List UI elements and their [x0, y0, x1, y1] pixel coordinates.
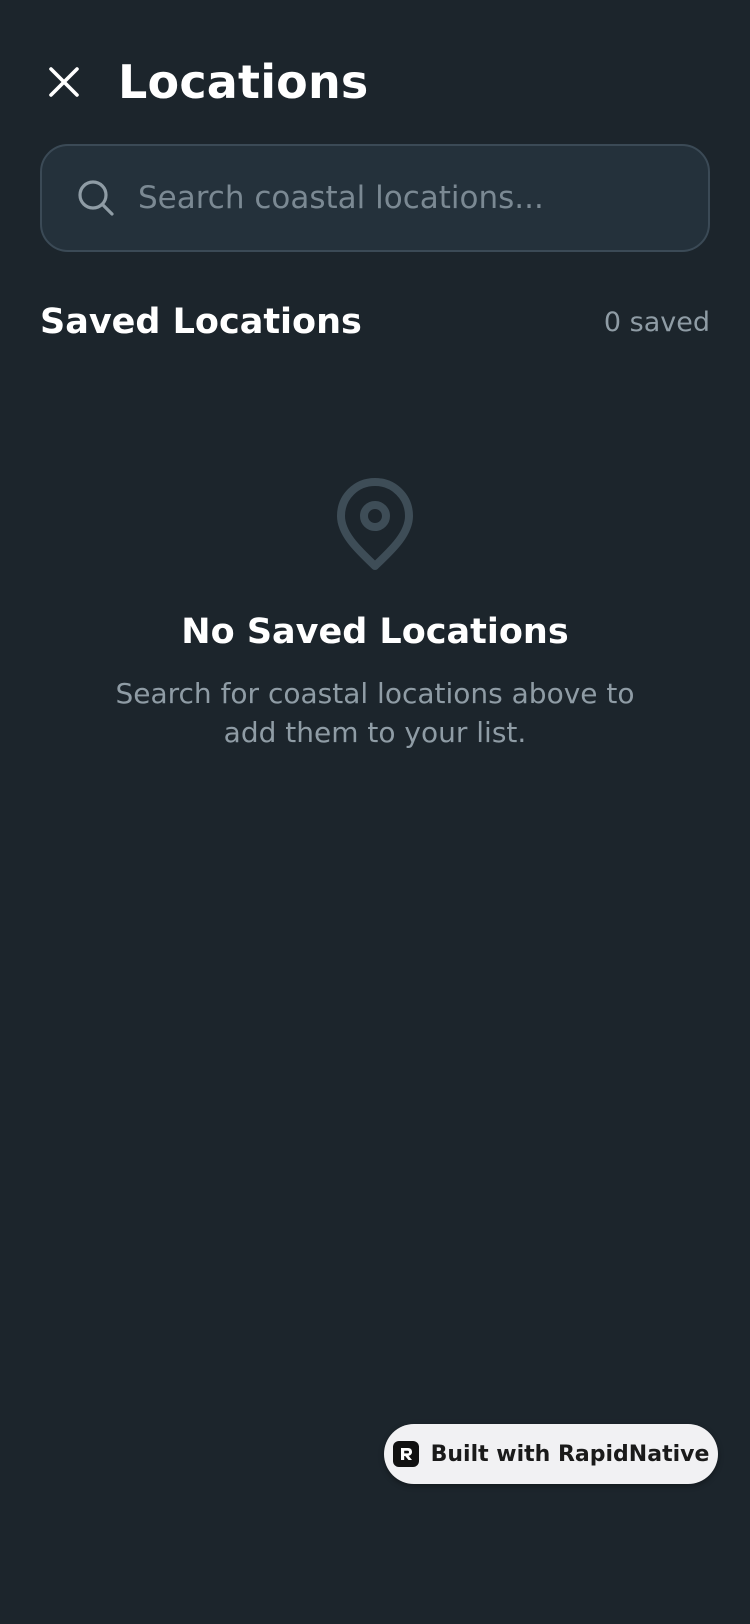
built-with-rapidnative-badge[interactable]: Built with RapidNative	[384, 1424, 718, 1484]
rapidnative-logo-icon	[392, 1441, 419, 1467]
empty-state-description: Search for coastal locations above to ad…	[115, 677, 635, 749]
close-icon	[49, 67, 79, 97]
header: Locations	[40, 46, 369, 118]
locations-screen: Locations Saved Locations 0 saved No Sav…	[0, 0, 750, 1624]
empty-state-title: No Saved Locations	[181, 612, 569, 652]
map-pin-icon	[337, 478, 413, 570]
close-button[interactable]	[40, 58, 88, 106]
saved-locations-header: Saved Locations 0 saved	[40, 302, 710, 342]
badge-label: Built with RapidNative	[430, 1441, 710, 1467]
search-bar[interactable]	[40, 144, 710, 252]
search-input[interactable]	[138, 146, 708, 250]
saved-count: 0 saved	[603, 306, 710, 338]
empty-state: No Saved Locations Search for coastal lo…	[40, 476, 710, 752]
search-icon	[78, 180, 114, 216]
page-title: Locations	[118, 55, 369, 109]
section-title: Saved Locations	[40, 302, 362, 342]
